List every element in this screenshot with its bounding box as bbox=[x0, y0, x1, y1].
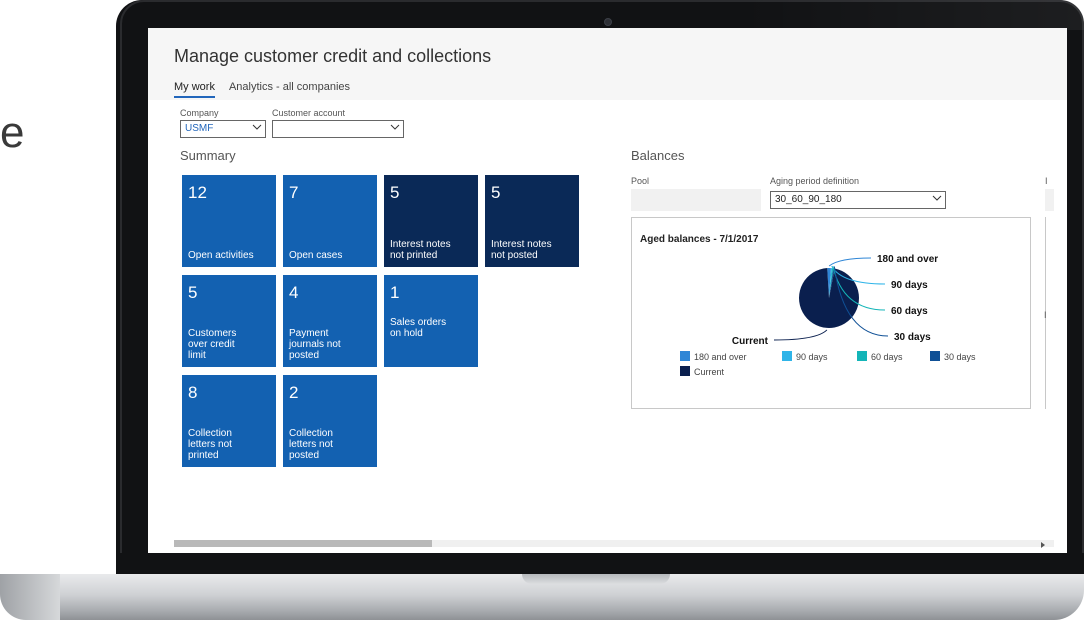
tab-analytics[interactable]: Analytics - all companies bbox=[229, 81, 350, 98]
tile-count: 4 bbox=[289, 283, 299, 302]
tile-open-cases[interactable]: 7 Open cases bbox=[283, 175, 377, 267]
tile-label: Collection letters not printed bbox=[188, 428, 232, 461]
scrollbar-thumb[interactable] bbox=[174, 540, 432, 547]
aging-period-label: Aging period definition bbox=[770, 176, 860, 186]
tile-count: 7 bbox=[289, 183, 299, 202]
laptop-base-edge bbox=[0, 574, 60, 620]
legend-swatch bbox=[857, 351, 867, 361]
tile-collection-letters-not-printed[interactable]: 8 Collection letters not printed bbox=[182, 375, 276, 467]
balances-title: Balances bbox=[631, 148, 685, 163]
pool-field[interactable] bbox=[631, 189, 761, 211]
laptop-notch bbox=[522, 574, 670, 584]
legend-swatch bbox=[930, 351, 940, 361]
tile-open-activities[interactable]: 12 Open activities bbox=[182, 175, 276, 267]
page-header: Manage customer credit and collections M… bbox=[148, 28, 1067, 100]
aged-balances-chart: Aged balances - 7/1/2017 180 and over 90 … bbox=[631, 217, 1031, 409]
cropped-field-label: I bbox=[1045, 176, 1048, 186]
scroll-right-icon[interactable] bbox=[1041, 542, 1045, 548]
callout-label: Current bbox=[732, 336, 769, 347]
tile-count: 8 bbox=[188, 383, 198, 402]
customer-account-label: Customer account bbox=[272, 108, 346, 118]
tile-count: 2 bbox=[289, 383, 299, 402]
aging-period-select[interactable]: 30_60_90_180 bbox=[770, 191, 946, 209]
page-title: Manage customer credit and collections bbox=[174, 46, 492, 66]
tile-interest-notes-not-posted[interactable]: 5 Interest notes not posted bbox=[485, 175, 579, 267]
legend-label: 60 days bbox=[871, 352, 903, 362]
pie-chart: 180 and over 90 days 60 days 30 days Current… bbox=[680, 254, 976, 377]
summary-title: Summary bbox=[180, 148, 236, 163]
callout-label: 60 days bbox=[891, 306, 928, 317]
company-label: Company bbox=[180, 108, 219, 118]
cropped-card bbox=[1045, 217, 1065, 409]
callout-label: 30 days bbox=[894, 332, 931, 343]
legend-swatch bbox=[782, 351, 792, 361]
legend-label: 30 days bbox=[944, 352, 976, 362]
legend-label: 90 days bbox=[796, 352, 828, 362]
laptop-shine bbox=[740, 0, 1084, 30]
tab-my-work[interactable]: My work bbox=[174, 81, 215, 98]
tile-sales-orders-on-hold[interactable]: 1 Sales orders on hold bbox=[384, 275, 478, 367]
cropped-field-label: I bbox=[1044, 310, 1047, 320]
aging-period-value: 30_60_90_180 bbox=[775, 194, 842, 205]
tile-customers-over-credit-limit[interactable]: 5 Customers over credit limit bbox=[182, 275, 276, 367]
callout-label: 180 and over bbox=[877, 254, 938, 265]
workspace-content: Company USMF Customer account Summary 12… bbox=[174, 100, 1054, 540]
tile-count: 5 bbox=[188, 283, 198, 302]
tile-count: 5 bbox=[390, 183, 400, 202]
legend-label: 180 and over bbox=[694, 352, 747, 362]
tile-label: Open cases bbox=[289, 250, 343, 261]
customer-account-select[interactable] bbox=[272, 120, 404, 138]
tile-label: Collection letters not posted bbox=[289, 428, 333, 461]
tile-interest-notes-not-printed[interactable]: 5 Interest notes not printed bbox=[384, 175, 478, 267]
company-select[interactable]: USMF bbox=[180, 120, 266, 138]
horizontal-scrollbar[interactable] bbox=[174, 540, 1054, 547]
tile-label: Open activities bbox=[188, 250, 254, 261]
tile-payment-journals-not-posted[interactable]: 4 Payment journals not posted bbox=[283, 275, 377, 367]
camera-icon bbox=[604, 18, 612, 26]
tile-count: 12 bbox=[188, 183, 207, 202]
cropped-field bbox=[1045, 189, 1054, 211]
tile-count: 5 bbox=[491, 183, 501, 202]
callout-label: 90 days bbox=[891, 280, 928, 291]
tile-label: Interest notes not printed bbox=[390, 239, 451, 261]
tile-label: Customers over credit limit bbox=[188, 328, 237, 361]
chevron-down-icon bbox=[252, 123, 262, 131]
chevron-down-icon bbox=[932, 194, 942, 202]
tile-count: 1 bbox=[390, 283, 400, 302]
screen: Manage customer credit and collections M… bbox=[148, 28, 1067, 553]
tile-collection-letters-not-posted[interactable]: 2 Collection letters not posted bbox=[283, 375, 377, 467]
legend-label: Current bbox=[694, 367, 725, 377]
legend-swatch bbox=[680, 351, 690, 361]
callout-line bbox=[828, 257, 872, 267]
pool-label: Pool bbox=[631, 176, 650, 186]
legend-swatch bbox=[680, 366, 690, 376]
tile-label: Payment journals not posted bbox=[289, 328, 341, 361]
chevron-down-icon bbox=[390, 123, 400, 131]
tile-label: Sales orders on hold bbox=[390, 317, 447, 339]
callout-line bbox=[773, 329, 828, 341]
company-value: USMF bbox=[185, 123, 214, 134]
tab-bar: My work Analytics - all companies bbox=[174, 81, 350, 98]
slide-letter: e bbox=[0, 108, 25, 157]
tile-label: Interest notes not posted bbox=[491, 239, 552, 261]
